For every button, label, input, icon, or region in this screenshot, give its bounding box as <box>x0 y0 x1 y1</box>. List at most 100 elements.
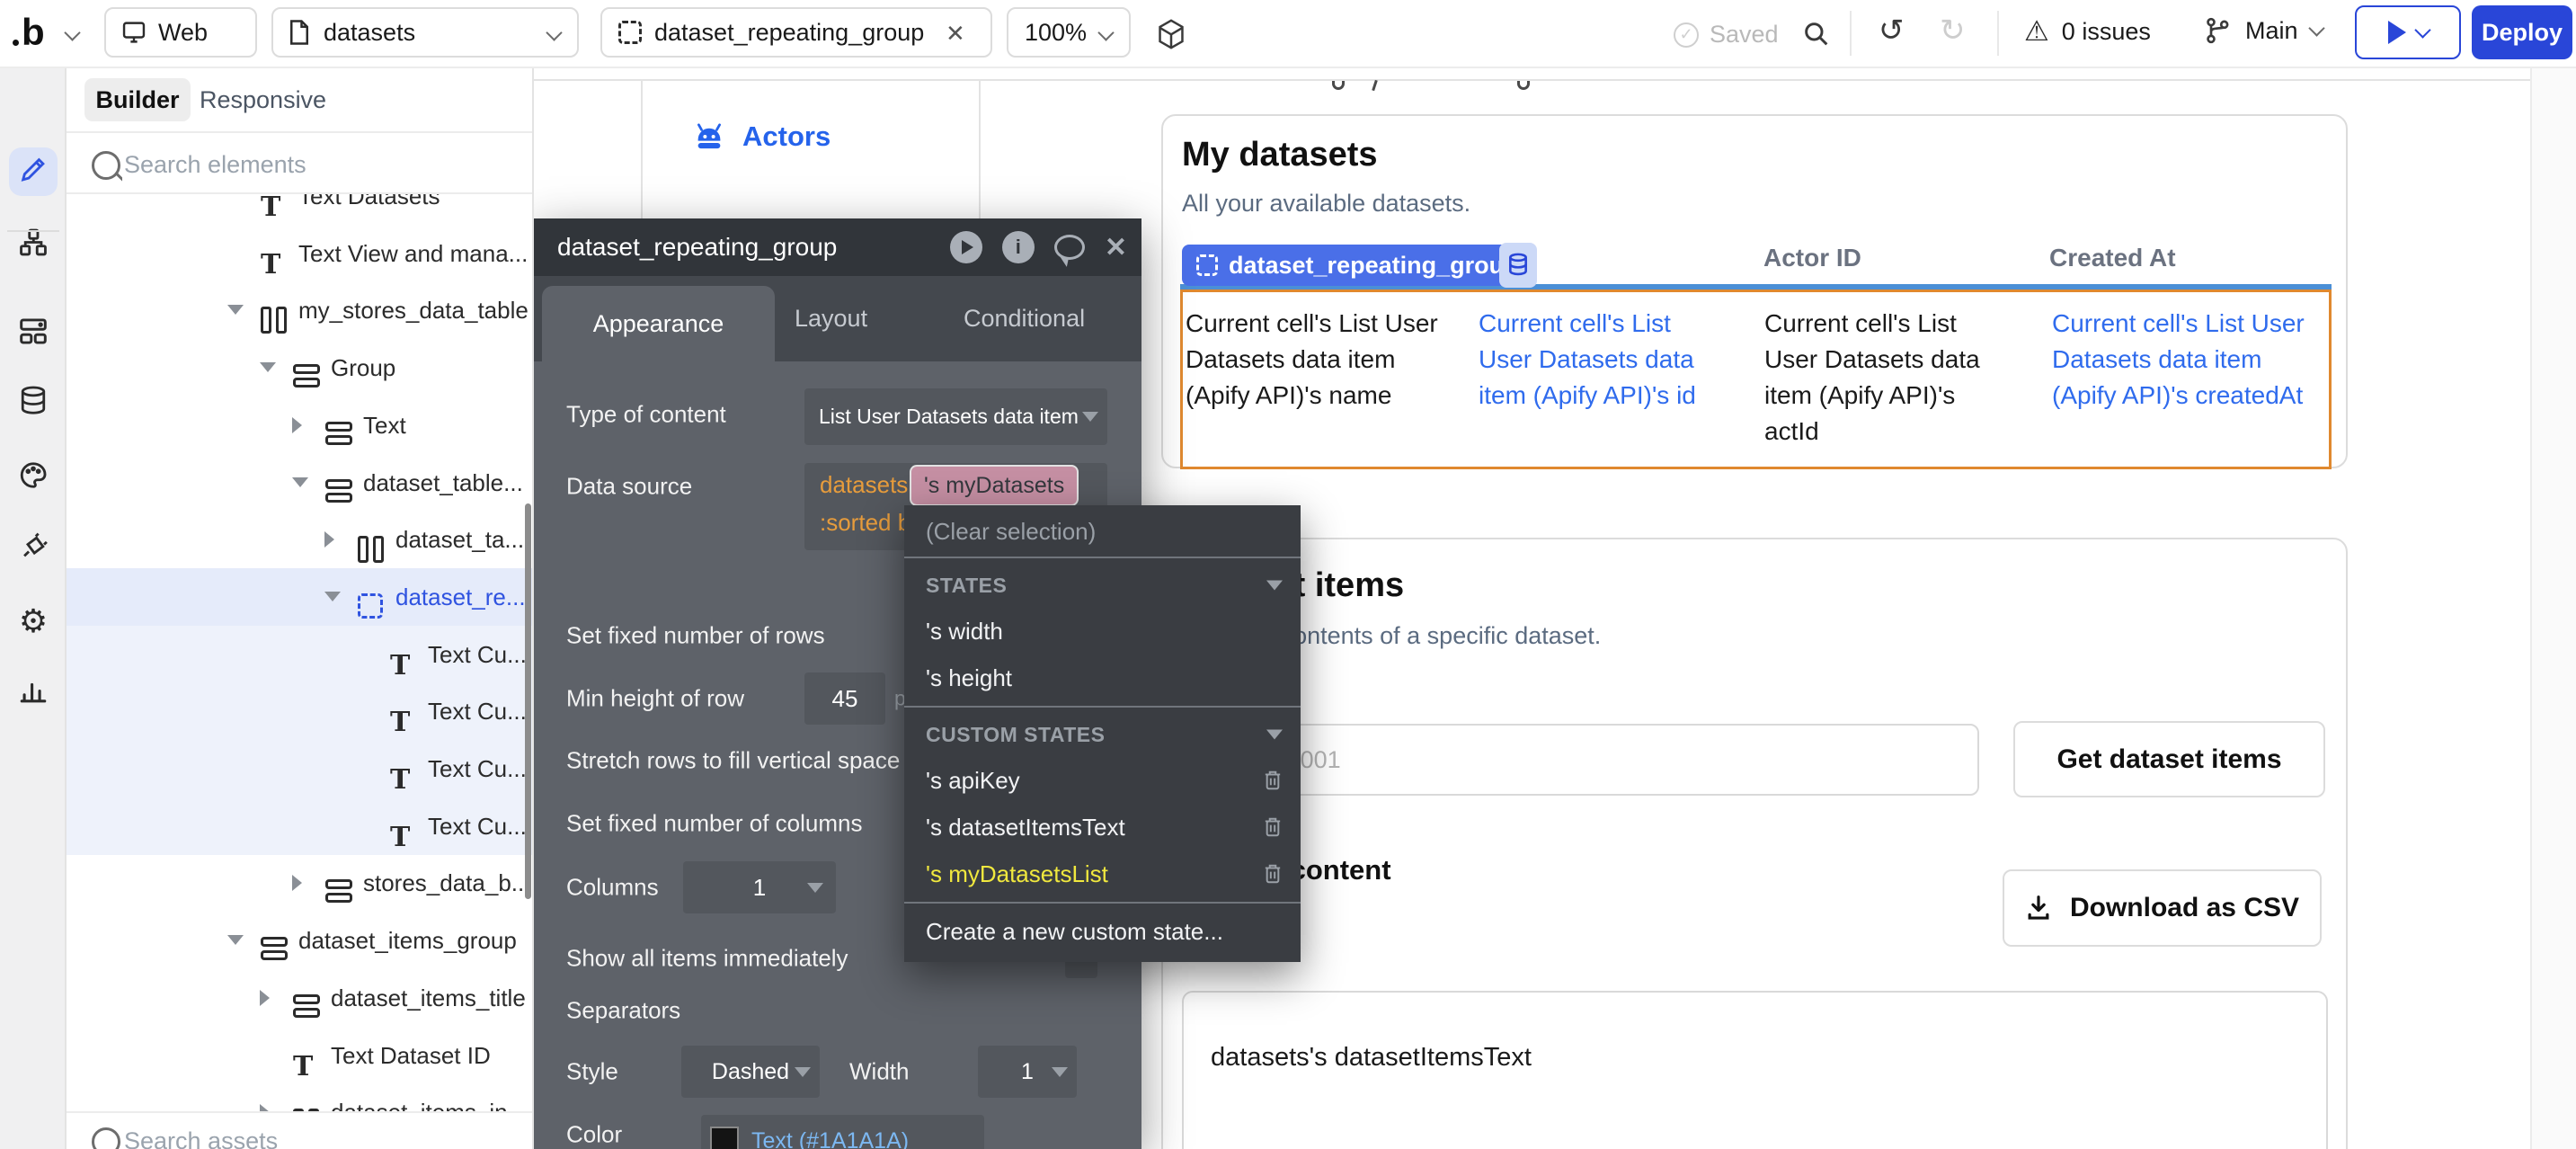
palette-icon[interactable] <box>17 460 49 495</box>
canvas-page-edge <box>2530 67 2576 1149</box>
tree-item-label: my_stores_data_table <box>298 297 529 325</box>
tree-expand-arrow[interactable] <box>260 990 270 1006</box>
dropdown-item[interactable]: 's myDatasetsList <box>904 851 1301 897</box>
bubble-logo[interactable]: b <box>22 11 45 54</box>
download-csv-button[interactable]: Download as CSV <box>2003 869 2322 947</box>
data-source-expression[interactable]: datasets <box>820 471 908 499</box>
trash-icon[interactable] <box>1263 770 1283 791</box>
tree-item[interactable]: dataset_items_group <box>67 912 532 969</box>
tree-item[interactable]: dataset_items_in... <box>67 1083 532 1111</box>
preview-button[interactable] <box>2355 5 2461 59</box>
close-icon[interactable]: ✕ <box>1105 232 1127 263</box>
selected-element-badge[interactable]: dataset_repeating_group <box>1182 245 1533 286</box>
gear-icon[interactable]: ⚙ <box>19 605 48 637</box>
dataset-output-box[interactable]: datasets's datasetItemsText <box>1182 991 2328 1149</box>
tree-item[interactable]: TText Dataset ID <box>67 1027 532 1084</box>
workflow-icon[interactable] <box>18 227 49 263</box>
tab-appearance[interactable]: Appearance <box>542 286 775 361</box>
tree-item[interactable]: TText Cu... <box>67 682 532 740</box>
info-icon[interactable]: i <box>1002 231 1035 263</box>
redo-icon[interactable]: ↻ <box>1940 13 1966 49</box>
tree-item[interactable]: Text <box>67 396 532 454</box>
deploy-button[interactable]: Deploy <box>2472 5 2572 59</box>
separator-style-select[interactable]: Dashed <box>681 1046 820 1098</box>
tree-item[interactable]: TText Cu... <box>67 626 532 683</box>
dropdown-item[interactable]: 's apiKey <box>904 757 1301 804</box>
element-tab[interactable]: dataset_repeating_group ✕ <box>600 7 992 58</box>
table-cell[interactable]: Current cell's List User Datasets data i… <box>1186 306 1466 414</box>
environment-selector[interactable]: Web <box>104 7 257 58</box>
undo-icon[interactable]: ↺ <box>1879 13 1905 49</box>
close-icon[interactable]: ✕ <box>946 20 965 48</box>
tree-expand-arrow[interactable] <box>227 935 244 945</box>
search-elements-input[interactable] <box>122 146 467 183</box>
tree-scrollbar[interactable] <box>525 503 531 899</box>
search-assets-input[interactable] <box>122 1122 467 1149</box>
dropdown-item[interactable]: Create a new custom state... <box>904 908 1301 955</box>
preview-element-icon[interactable] <box>950 231 982 263</box>
get-dataset-items-button[interactable]: Get dataset items <box>2013 721 2325 797</box>
separator-color-select[interactable]: Text (#1A1A1A) <box>701 1115 984 1149</box>
sidebar-item-actors[interactable]: Actors <box>692 120 831 153</box>
components-icon[interactable] <box>17 316 49 352</box>
dropdown-item[interactable]: 's height <box>904 655 1301 701</box>
table-cell[interactable]: Current cell's List User Datasets data i… <box>1479 306 1723 414</box>
branch-selector[interactable]: Main <box>2204 15 2323 46</box>
repeating-group-outline[interactable]: Current cell's List User Datasets data i… <box>1180 289 2332 469</box>
issues-indicator[interactable]: ⚠ 0 issues <box>2024 15 2151 48</box>
min-height-input[interactable]: 45 <box>804 672 885 725</box>
tree-expand-arrow[interactable] <box>227 305 244 315</box>
tree-item[interactable]: dataset_table... <box>67 454 532 512</box>
tree-item[interactable]: TText Cu... <box>67 797 532 855</box>
tab-layout[interactable]: Layout <box>795 276 867 361</box>
tree-item[interactable]: TText Cu... <box>67 740 532 797</box>
type-of-content-select[interactable]: List User Datasets data item <box>804 388 1107 445</box>
table-cell[interactable]: Current cell's List User Datasets data i… <box>2052 306 2332 414</box>
color-value[interactable]: Text (#1A1A1A) <box>751 1128 909 1149</box>
pencil-icon[interactable] <box>18 155 49 190</box>
page-selector[interactable]: datasets <box>271 7 579 58</box>
chevron-down-icon[interactable] <box>64 24 80 40</box>
logs-icon[interactable] <box>18 676 49 711</box>
comment-icon[interactable] <box>1054 235 1085 260</box>
columns-select[interactable]: 1 <box>683 861 836 913</box>
tree-item[interactable]: Group <box>67 339 532 396</box>
tree-expand-arrow[interactable] <box>260 362 276 372</box>
dataset-id-input[interactable] <box>1182 724 1979 796</box>
property-editor-header[interactable]: dataset_repeating_group i ✕ <box>534 218 1141 276</box>
separator-width-select[interactable]: 1 <box>978 1046 1077 1098</box>
tree-expand-arrow[interactable] <box>292 477 308 487</box>
tree-item[interactable]: TText View and mana... <box>67 225 532 282</box>
dropdown-section-header[interactable]: STATES <box>904 563 1301 608</box>
tree-item[interactable]: dataset_items_title <box>67 969 532 1027</box>
dropdown-section-header[interactable]: CUSTOM STATES <box>904 712 1301 757</box>
tree-item[interactable]: dataset_ta... <box>67 511 532 568</box>
tree-item[interactable]: my_stores_data_table <box>67 281 532 339</box>
search-icon[interactable] <box>1802 20 1831 49</box>
tree-expand-arrow[interactable] <box>292 417 302 433</box>
database-icon[interactable] <box>18 386 49 423</box>
tab-builder[interactable]: Builder <box>84 78 191 121</box>
tree-item[interactable]: TText Datasets <box>67 194 532 225</box>
data-source-badge[interactable] <box>1499 243 1537 288</box>
component-library-icon[interactable] <box>1156 18 1186 50</box>
tab-responsive[interactable]: Responsive <box>200 78 326 121</box>
data-source-expression-suffix[interactable]: :sorted b <box>820 509 910 537</box>
tree-expand-arrow[interactable] <box>292 875 302 891</box>
dropdown-item[interactable]: 's width <box>904 608 1301 655</box>
plugin-icon[interactable] <box>17 532 49 567</box>
zoom-selector[interactable]: 100% <box>1007 7 1131 58</box>
tree-expand-arrow[interactable] <box>324 531 334 548</box>
tree-item-label: dataset_items_title <box>331 984 526 1012</box>
tree-expand-arrow[interactable] <box>260 1104 270 1111</box>
tree-item[interactable]: stores_data_b... <box>67 854 532 912</box>
trash-icon[interactable] <box>1263 816 1283 838</box>
trash-icon[interactable] <box>1263 863 1283 885</box>
dropdown-item[interactable]: (Clear selection) <box>904 511 1301 552</box>
tree-item[interactable]: dataset_re... <box>67 568 532 626</box>
tab-conditional[interactable]: Conditional <box>964 276 1085 361</box>
tree-expand-arrow[interactable] <box>324 592 341 601</box>
table-cell[interactable]: Current cell's List User Datasets data i… <box>1764 306 1980 450</box>
expression-token-selected[interactable]: 's myDatasets <box>910 465 1079 506</box>
dropdown-item[interactable]: 's datasetItemsText <box>904 804 1301 851</box>
